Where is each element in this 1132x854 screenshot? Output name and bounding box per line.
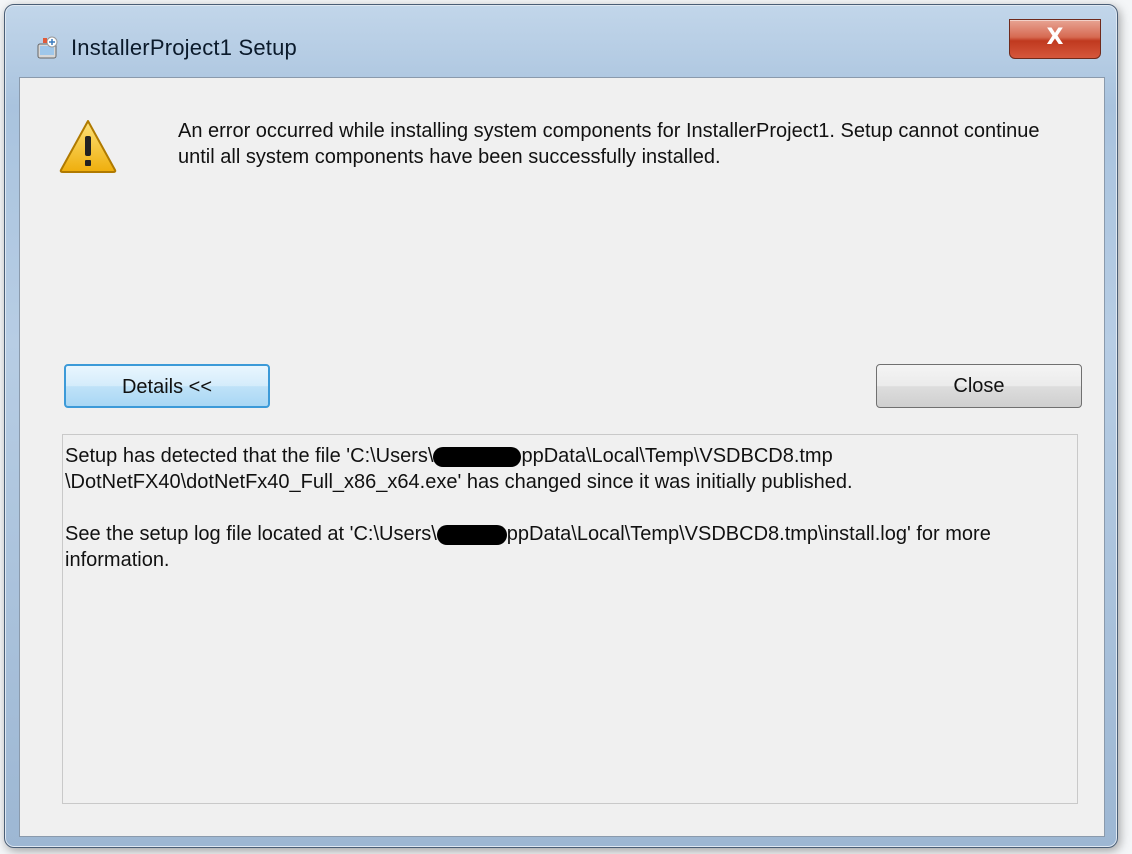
title-bar[interactable]: InstallerProject1 Setup X	[5, 5, 1117, 81]
warning-triangle-icon	[59, 120, 117, 173]
dialog-client-area: An error occurred while installing syste…	[19, 77, 1105, 837]
details-line2: \DotNetFX40\dotNetFx40_Full_x86_x64.exe'…	[65, 471, 853, 493]
redacted-username	[436, 524, 507, 545]
setup-window: InstallerProject1 Setup X An error occur…	[4, 4, 1118, 848]
error-message: An error occurred while installing syste…	[178, 120, 1040, 168]
details-toggle-button[interactable]: Details <<	[64, 364, 270, 408]
window-close-button[interactable]: X	[1009, 19, 1101, 59]
details-panel: Setup has detected that the file 'C:\Use…	[62, 434, 1078, 804]
redacted-username	[433, 446, 522, 467]
close-button[interactable]: Close	[876, 364, 1082, 408]
window-title: InstallerProject1 Setup	[71, 35, 297, 60]
details-paragraph-log-file: See the setup log file located at 'C:\Us…	[65, 521, 1077, 573]
details-log-start: See the setup log file located at 'C:\Us…	[65, 523, 437, 545]
details-line1-end: ppData\Local\Temp\VSDBCD8.tmp	[521, 445, 833, 467]
installer-app-icon	[37, 36, 58, 59]
details-paragraph-file-changed: Setup has detected that the file 'C:\Use…	[65, 443, 1077, 495]
details-line1-start: Setup has detected that the file 'C:\Use…	[65, 445, 434, 467]
